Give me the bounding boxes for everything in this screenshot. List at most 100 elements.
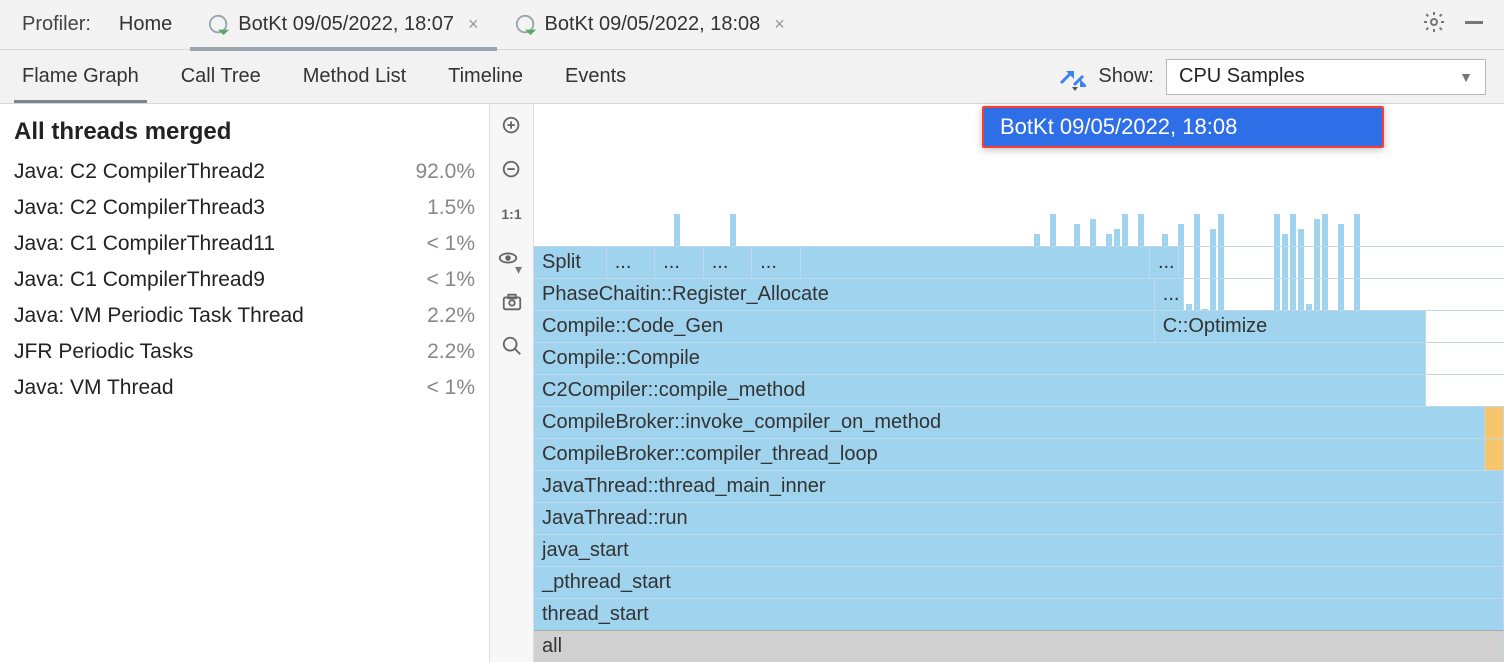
flame-row: Compile::Code_GenC::Optimize [534,310,1504,342]
zoom-in-icon[interactable] [496,110,528,142]
flame-block[interactable]: ... [1155,279,1184,310]
flame-block[interactable]: CompileBroker::invoke_compiler_on_method [534,407,1485,438]
flame-row: JavaThread::thread_main_inner [534,470,1504,502]
tab-flame-graph[interactable]: Flame Graph [18,51,143,102]
thread-percent: < 1% [427,376,475,400]
top-tab-bar: Profiler: Home BotKt 09/05/2022, 18:07 ×… [0,0,1504,50]
flame-block[interactable] [1485,439,1504,470]
flame-block[interactable]: java_start [534,535,1504,566]
flame-row: C2Compiler::compile_method [534,374,1504,406]
home-tab[interactable]: Home [101,0,190,49]
flame-row: PhaseChaitin::Register_Allocate... [534,278,1504,310]
thread-list-title: All threads merged [14,114,475,154]
thread-percent: 1.5% [427,196,475,220]
tab-events[interactable]: Events [561,51,630,102]
thread-percent: < 1% [427,232,475,256]
close-icon[interactable]: × [468,14,479,35]
flame-block[interactable] [1485,407,1504,438]
flame-block[interactable]: Split [534,247,607,278]
compare-popup: BotKt 09/05/2022, 18:08 [982,106,1384,148]
thread-row[interactable]: Java: C1 CompilerThread11 < 1% [14,226,475,262]
flame-block[interactable]: ... [607,247,656,278]
main-content: All threads merged Java: C2 CompilerThre… [0,104,1504,662]
flame-toolbar: 1:1 ▾ [490,104,534,662]
close-icon[interactable]: × [774,14,785,35]
flame-row: CompileBroker::invoke_compiler_on_method [534,406,1504,438]
thread-name: Java: C2 CompilerThread3 [14,196,265,220]
flame-block[interactable]: all [534,631,1504,662]
flame-row: all [534,630,1504,662]
tab-method-list[interactable]: Method List [299,51,410,102]
tab-call-tree[interactable]: Call Tree [177,51,265,102]
zoom-reset-icon[interactable]: 1:1 [496,198,528,230]
thread-list-panel: All threads merged Java: C2 CompilerThre… [0,104,490,662]
thread-percent: 2.2% [427,304,475,328]
run-profiler-icon [515,14,537,36]
session-tab-1-label: BotKt 09/05/2022, 18:07 [238,13,454,36]
flame-block[interactable]: C2Compiler::compile_method [534,375,1426,406]
thread-name: Java: VM Thread [14,376,174,400]
flame-block[interactable]: thread_start [534,599,1504,630]
presentation-icon[interactable]: ▾ [496,242,528,274]
minimize-icon[interactable] [1462,10,1486,40]
flame-row: Compile::Compile [534,342,1504,374]
flame-row: thread_start [534,598,1504,630]
profiler-label: Profiler: [12,13,101,36]
thread-row[interactable]: Java: C1 CompilerThread9 < 1% [14,262,475,298]
flame-block[interactable]: ... [704,247,753,278]
thread-percent: 92.0% [415,160,475,184]
run-profiler-icon [208,14,230,36]
gear-icon[interactable] [1422,10,1446,40]
flame-block [1426,375,1504,406]
flame-row: CompileBroker::compiler_thread_loop [534,438,1504,470]
search-icon[interactable] [496,330,528,362]
flame-row: java_start [534,534,1504,566]
flame-block [1179,247,1504,278]
session-tab-2-label: BotKt 09/05/2022, 18:08 [545,13,761,36]
flame-block [1426,343,1504,374]
capture-icon[interactable] [496,286,528,318]
chevron-down-icon: ▼ [1459,69,1473,85]
thread-name: Java: C1 CompilerThread9 [14,268,265,292]
flame-block[interactable]: C::Optimize [1155,311,1427,342]
flame-block [1426,311,1504,342]
thread-percent: < 1% [427,268,475,292]
zoom-out-icon[interactable] [496,154,528,186]
thread-row[interactable]: Java: C2 CompilerThread3 1.5% [14,190,475,226]
flame-block[interactable]: Compile::Code_Gen [534,311,1155,342]
show-select[interactable]: CPU Samples ▼ [1166,59,1486,95]
flame-stack: Split...............PhaseChaitin::Regist… [534,246,1504,662]
session-tab-2[interactable]: BotKt 09/05/2022, 18:08 × [497,0,803,49]
thread-row[interactable]: Java: VM Periodic Task Thread 2.2% [14,298,475,334]
flame-block[interactable]: CompileBroker::compiler_thread_loop [534,439,1485,470]
flame-block[interactable] [801,247,1150,278]
flame-row: Split............... [534,246,1504,278]
thread-name: Java: C2 CompilerThread2 [14,160,265,184]
flame-block[interactable]: ... [1150,247,1179,278]
thread-row[interactable]: Java: C2 CompilerThread2 92.0% [14,154,475,190]
flame-block[interactable]: JavaThread::run [534,503,1504,534]
flame-block[interactable]: ... [655,247,704,278]
compare-snapshots-icon[interactable] [1058,63,1086,91]
compare-popup-item[interactable]: BotKt 09/05/2022, 18:08 [984,108,1382,146]
flame-block[interactable]: JavaThread::thread_main_inner [534,471,1504,502]
tab-timeline[interactable]: Timeline [444,51,527,102]
thread-name: Java: VM Periodic Task Thread [14,304,304,328]
show-select-value: CPU Samples [1179,65,1305,88]
flame-block[interactable]: PhaseChaitin::Register_Allocate [534,279,1155,310]
show-label: Show: [1098,65,1154,88]
flame-block[interactable]: ... [752,247,801,278]
flame-block [1184,279,1504,310]
session-tab-1[interactable]: BotKt 09/05/2022, 18:07 × [190,0,496,49]
thread-percent: 2.2% [427,340,475,364]
flame-block[interactable]: Compile::Compile [534,343,1426,374]
flame-row: JavaThread::run [534,502,1504,534]
thread-row[interactable]: Java: VM Thread < 1% [14,370,475,406]
view-tab-bar: Flame Graph Call Tree Method List Timeli… [0,50,1504,104]
flame-graph-area[interactable]: BotKt 09/05/2022, 18:08 Split...........… [534,104,1504,662]
thread-name: Java: C1 CompilerThread11 [14,232,275,256]
thread-row[interactable]: JFR Periodic Tasks 2.2% [14,334,475,370]
flame-row: _pthread_start [534,566,1504,598]
flame-block[interactable]: _pthread_start [534,567,1504,598]
thread-name: JFR Periodic Tasks [14,340,193,364]
